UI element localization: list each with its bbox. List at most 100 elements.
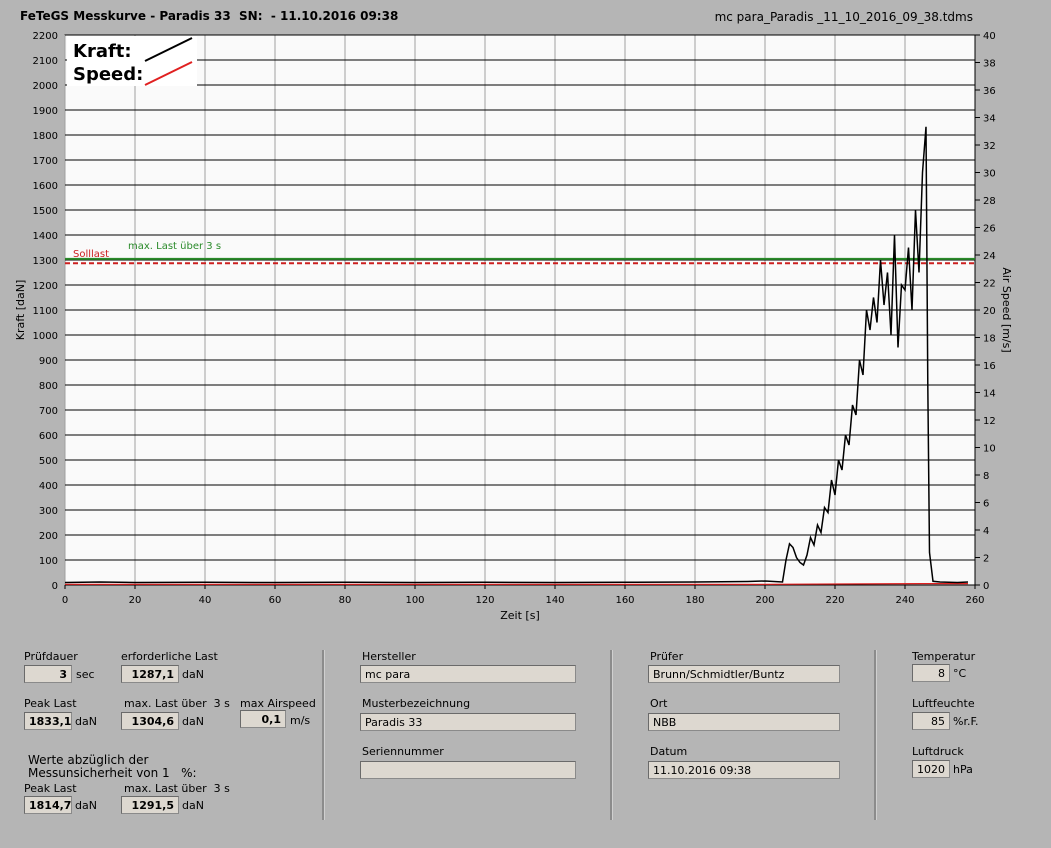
- temperatur-label: Temperatur: [912, 650, 976, 663]
- y2-tick-label: 16: [983, 361, 996, 372]
- y2-tick-label: 12: [983, 416, 996, 427]
- y2-tick-label: 10: [983, 444, 996, 455]
- y-tick-label: 1500: [33, 206, 58, 217]
- y-tick-label: 1600: [33, 181, 58, 192]
- y-tick-label: 300: [39, 506, 58, 517]
- y2-tick-label: 28: [983, 196, 996, 207]
- speed-series-line: [65, 582, 968, 585]
- y2-tick-label: 26: [983, 224, 996, 235]
- x-tick-label: 120: [475, 595, 494, 606]
- max-airspeed-label: max Airspeed: [240, 697, 316, 710]
- pruefdauer-value: 3: [24, 665, 72, 683]
- y-tick-label: 800: [39, 381, 58, 392]
- separator: [322, 650, 325, 820]
- x-tick-label: 200: [755, 595, 774, 606]
- y2-tick-label: 6: [983, 499, 989, 510]
- y2-tick-label: 30: [983, 169, 996, 180]
- y2-tick-label: 14: [983, 389, 996, 400]
- hersteller-label: Hersteller: [362, 650, 416, 663]
- x-tick-label: 220: [825, 595, 844, 606]
- seriennummer-field: [360, 761, 576, 779]
- max-last-line-label: max. Last über 3 s: [128, 241, 221, 252]
- luftdruck-label: Luftdruck: [912, 745, 964, 758]
- peak-last-corrected-value: 1814,7: [24, 796, 72, 814]
- y-axis-label: Kraft [daN]: [14, 280, 27, 341]
- temperatur-value: 8: [912, 664, 950, 682]
- datum-label: Datum: [650, 745, 688, 758]
- y-tick-label: 200: [39, 531, 58, 542]
- seriennummer-label: Seriennummer: [362, 745, 444, 758]
- separator: [610, 650, 613, 820]
- peak-last-corrected-unit: daN: [75, 799, 97, 812]
- musterbezeichnung-field: Paradis 33: [360, 713, 576, 731]
- x-tick-label: 180: [685, 595, 704, 606]
- x-tick-label: 60: [269, 595, 282, 606]
- y2-tick-label: 24: [983, 251, 996, 262]
- x-tick-label: 40: [199, 595, 212, 606]
- y-tick-label: 1800: [33, 131, 58, 142]
- x-tick-label: 0: [62, 595, 68, 606]
- y-tick-label: 1000: [33, 331, 58, 342]
- max-airspeed-unit: m/s: [290, 714, 311, 727]
- luftfeuchte-value: 85: [912, 712, 950, 730]
- x-tick-label: 100: [405, 595, 424, 606]
- y-tick-label: 2100: [33, 56, 58, 67]
- peak-last-label: Peak Last: [24, 697, 77, 710]
- x-tick-label: 140: [545, 595, 564, 606]
- y2-tick-label: 36: [983, 86, 996, 97]
- y2-tick-label: 0: [983, 581, 989, 592]
- max-airspeed-value: 0,1: [240, 710, 286, 728]
- x-tick-label: 80: [339, 595, 352, 606]
- x-tick-label: 260: [965, 595, 984, 606]
- legend-speed-label: Speed:: [73, 64, 143, 85]
- peak-last-value: 1833,1: [24, 712, 72, 730]
- x-axis-label: Zeit [s]: [500, 609, 539, 622]
- x-tick-label: 240: [895, 595, 914, 606]
- x-tick-label: 20: [129, 595, 142, 606]
- y-tick-label: 0: [52, 581, 58, 592]
- y2-tick-label: 40: [983, 31, 996, 42]
- x-tick-label: 160: [615, 595, 634, 606]
- y2-tick-label: 38: [983, 59, 996, 70]
- y2-axis-label: Air Speed [m/s]: [1000, 267, 1013, 352]
- y2-tick-label: 22: [983, 279, 996, 290]
- pruefer-label: Prüfer: [650, 650, 684, 663]
- pruefdauer-unit: sec: [76, 668, 95, 681]
- y-tick-label: 1400: [33, 231, 58, 242]
- luftfeuchte-label: Luftfeuchte: [912, 697, 975, 710]
- force-speed-chart: 0 20 40 60 80 100 120 140 160 180 200 220 240 2600100…: [14, 31, 1013, 622]
- peak-last-corrected-label: Peak Last: [24, 782, 77, 795]
- peak-last-unit: daN: [75, 715, 97, 728]
- pruefer-field: Brunn/Schmidtler/Buntz: [648, 665, 840, 683]
- erforderliche-last-label: erforderliche Last: [121, 650, 218, 663]
- y2-tick-label: 18: [983, 334, 996, 345]
- max-last-unit: daN: [182, 715, 204, 728]
- y-tick-label: 1700: [33, 156, 58, 167]
- y2-tick-label: 34: [983, 114, 996, 125]
- y2-tick-label: 4: [983, 526, 989, 537]
- musterbezeichnung-label: Musterbezeichnung: [362, 697, 471, 710]
- y-tick-label: 1900: [33, 106, 58, 117]
- y-tick-label: 100: [39, 556, 58, 567]
- max-last-label: max. Last über 3 s: [124, 697, 230, 710]
- pruefdauer-label: Prüfdauer: [24, 650, 78, 663]
- max-last-value: 1304,6: [121, 712, 179, 730]
- y-tick-label: 2000: [33, 81, 58, 92]
- y2-tick-label: 2: [983, 554, 989, 565]
- y-tick-label: 1200: [33, 281, 58, 292]
- ort-label: Ort: [650, 697, 668, 710]
- legend-kraft-label: Kraft:: [73, 41, 132, 62]
- y-tick-label: 2200: [33, 31, 58, 42]
- y-tick-label: 1300: [33, 256, 58, 267]
- y2-tick-label: 32: [983, 141, 996, 152]
- y-tick-label: 600: [39, 431, 58, 442]
- y-tick-label: 900: [39, 356, 58, 367]
- hersteller-field: mc para: [360, 665, 576, 683]
- y2-tick-label: 20: [983, 306, 996, 317]
- erforderliche-last-value: 1287,1: [121, 665, 179, 683]
- temperatur-unit: °C: [953, 667, 967, 680]
- luftdruck-unit: hPa: [953, 763, 973, 776]
- erforderliche-last-unit: daN: [182, 668, 204, 681]
- y-tick-label: 700: [39, 406, 58, 417]
- y2-tick-label: 8: [983, 471, 989, 482]
